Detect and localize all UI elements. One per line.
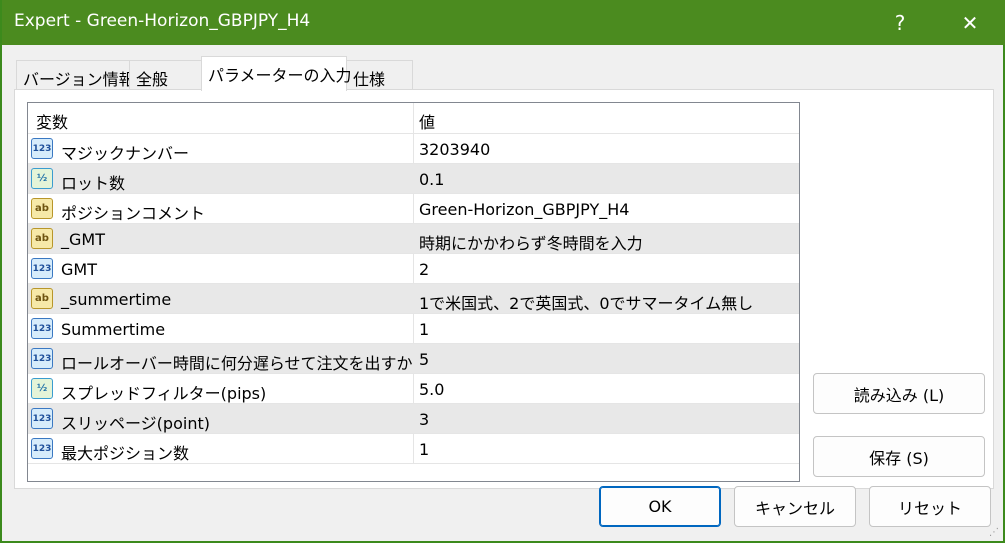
cancel-button[interactable]: キャンセル: [734, 486, 856, 527]
param-name: GMT: [61, 260, 97, 279]
param-name: _GMT: [61, 230, 105, 249]
double-icon: ½: [31, 168, 53, 189]
string-icon: ab: [31, 198, 53, 219]
close-icon: ✕: [961, 10, 979, 35]
param-value[interactable]: 0.1: [419, 170, 444, 189]
param-name: Summertime: [61, 320, 166, 339]
string-icon: ab: [31, 288, 53, 309]
help-icon: ?: [894, 10, 906, 35]
tab-version-info[interactable]: バージョン情報: [16, 60, 135, 90]
title-bar[interactable]: Expert - Green-Horizon_GBPJPY_H4 ? ✕: [2, 0, 1005, 45]
param-row[interactable]: ab _GMT 時期にかかわらず冬時間を入力: [28, 224, 799, 254]
resize-grip-icon[interactable]: ⋰: [989, 527, 999, 538]
param-row[interactable]: ½ ロット数 0.1: [28, 164, 799, 194]
param-row[interactable]: ½ スプレッドフィルター(pips) 5.0: [28, 374, 799, 404]
param-name: ロールオーバー時間に何分遅らせて注文を出すか: [61, 354, 413, 373]
param-row[interactable]: ab ポジションコメント Green-Horizon_GBPJPY_H4: [28, 194, 799, 224]
column-divider-end: [799, 103, 800, 134]
expert-dialog: Expert - Green-Horizon_GBPJPY_H4 ? ✕ バージ…: [0, 0, 1005, 543]
param-name: ロット数: [61, 174, 126, 193]
double-icon: ½: [31, 378, 53, 399]
param-row[interactable]: 123 ロールオーバー時間に何分遅らせて注文を出すか 5: [28, 344, 799, 374]
int-icon: 123: [31, 408, 53, 429]
column-header-variable[interactable]: 変数: [36, 109, 68, 133]
int-icon: 123: [31, 138, 53, 159]
param-value[interactable]: 5.0: [419, 380, 444, 399]
param-row[interactable]: ab _summertime 1で米国式、2で英国式、0でサマータイム無し: [28, 284, 799, 314]
save-button[interactable]: 保存 (S): [813, 436, 985, 477]
param-row[interactable]: 123 GMT 2: [28, 254, 799, 284]
param-name: スリッページ(point): [61, 414, 210, 433]
tab-general[interactable]: 全般: [129, 60, 202, 90]
param-name: _summertime: [61, 290, 172, 309]
param-value[interactable]: 2: [419, 260, 429, 279]
param-value[interactable]: 1: [419, 440, 429, 459]
param-value[interactable]: 1で米国式、2で英国式、0でサマータイム無し: [419, 290, 753, 314]
parameters-grid[interactable]: 変数 値 123 マジックナンバー 3203940 ½ ロット数 0.1 ab …: [27, 102, 800, 482]
param-value[interactable]: 3: [419, 410, 429, 429]
param-row[interactable]: 123 スリッページ(point) 3: [28, 404, 799, 434]
param-value[interactable]: Green-Horizon_GBPJPY_H4: [419, 200, 629, 219]
tab-specification[interactable]: 仕様: [346, 60, 413, 90]
close-button[interactable]: ✕: [940, 0, 1000, 45]
param-name: ポジションコメント: [61, 204, 206, 223]
help-button[interactable]: ?: [870, 0, 930, 45]
param-row[interactable]: 123 最大ポジション数 1: [28, 434, 799, 464]
ok-button[interactable]: OK: [599, 486, 721, 527]
tab-input-parameters[interactable]: パラメーターの入力: [201, 56, 352, 91]
param-value[interactable]: 3203940: [419, 140, 490, 159]
tab-panel: 変数 値 123 マジックナンバー 3203940 ½ ロット数 0.1 ab …: [14, 89, 994, 489]
int-icon: 123: [31, 348, 53, 369]
window-title: Expert - Green-Horizon_GBPJPY_H4: [14, 11, 311, 31]
column-header-value[interactable]: 値: [419, 109, 435, 133]
int-icon: 123: [31, 258, 53, 279]
int-icon: 123: [31, 438, 53, 459]
string-icon: ab: [31, 228, 53, 249]
param-name: マジックナンバー: [61, 144, 190, 163]
param-row[interactable]: 123 Summertime 1: [28, 314, 799, 344]
param-row[interactable]: 123 マジックナンバー 3203940: [28, 134, 799, 164]
param-name: 最大ポジション数: [61, 444, 190, 463]
param-name: スプレッドフィルター(pips): [61, 384, 267, 403]
int-icon: 123: [31, 318, 53, 339]
param-value[interactable]: 時期にかかわらず冬時間を入力: [419, 230, 643, 254]
param-value[interactable]: 1: [419, 320, 429, 339]
param-value[interactable]: 5: [419, 350, 429, 369]
load-button[interactable]: 読み込み (L): [813, 373, 985, 414]
reset-button[interactable]: リセット: [869, 486, 991, 527]
